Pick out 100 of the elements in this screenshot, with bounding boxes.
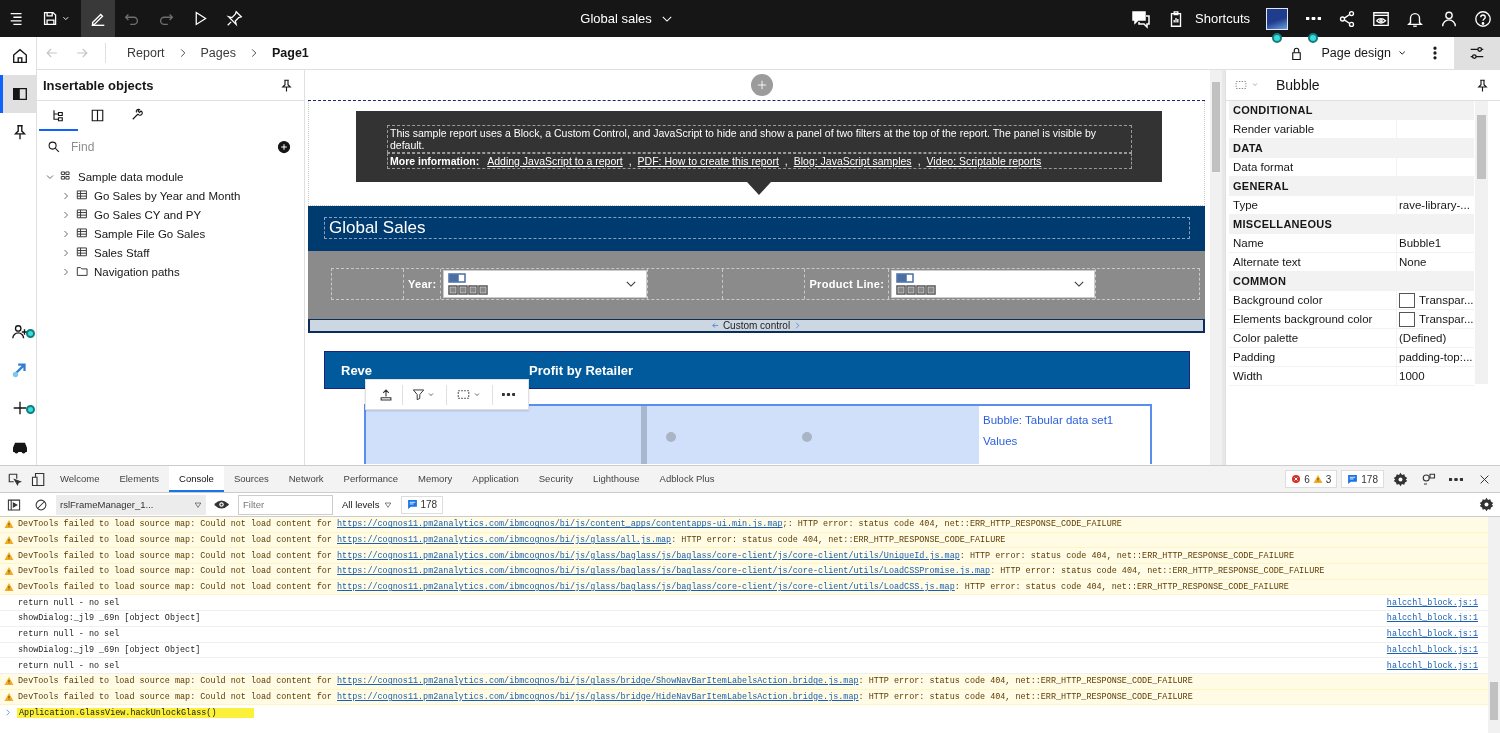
source-link[interactable]: halcchl_block.js:1	[1386, 629, 1478, 640]
color-swatch	[1399, 292, 1415, 308]
help-link[interactable]: PDF: How to create this report	[637, 155, 779, 167]
devtools-tab[interactable]: Memory	[408, 466, 463, 492]
filter-select[interactable]	[443, 270, 648, 298]
properties-toggle-button[interactable]	[1454, 37, 1500, 69]
console-message: DevTools failed to load source map: Could not load content for https://cognos11.pm2analytics.com/ibmcognos/bi/js/glass/bridge/ShowNavBarItemLabelsAction.bridge.js.map: HTTP error: status code 404, net::ERR_HTTP_RESPONSE_CODE_FAILURE	[18, 676, 1193, 687]
messages-counter[interactable]: 178	[1341, 470, 1384, 488]
table-icon	[76, 227, 89, 240]
view-menu[interactable]: Page design	[1311, 37, 1420, 69]
property-label: Type	[1229, 196, 1397, 214]
legend-text: Values	[983, 434, 1019, 449]
console-input[interactable]: Application.GlassView.hackUnlockGlass()	[17, 707, 255, 718]
dock-icon	[1420, 471, 1436, 487]
share-icon	[1338, 9, 1356, 28]
caret-icon	[383, 500, 392, 509]
save-icon	[42, 10, 59, 27]
property-label: Color palette	[1229, 329, 1397, 347]
tree-item[interactable]: Go Sales CY and PY	[94, 208, 202, 221]
levels-menu[interactable]: All levels	[336, 499, 398, 510]
property-value[interactable]: 1000	[1397, 367, 1474, 385]
devtools-tab[interactable]: Application	[462, 466, 529, 492]
scrollbar[interactable]	[1488, 517, 1500, 733]
context-select[interactable]: rslFrameManager_1...	[56, 494, 206, 515]
panel-icon	[10, 85, 29, 103]
devtools-tab[interactable]: Elements	[109, 466, 170, 492]
url-link[interactable]: https://cognos11.pm2analytics.com/ibmcognos/bi/js/glass/all.js.map	[337, 535, 672, 546]
help-link[interactable]: Adding JavaScript to a report	[487, 155, 623, 167]
console-message: DevTools failed to load source map: Could not load content for https://cognos11.pm2analytics.com/ibmcognos/bi/js/glass/baglass/js/baglass/core-client/js/core-client/utils/LoadCSS.js.map: HTTP error: status code 404, net::ERR_HTTP_RESPONSE_CODE_FAILURE	[18, 582, 1289, 593]
warning-icon	[4, 582, 14, 593]
scrollbar[interactable]	[1210, 70, 1222, 465]
property-label: Elements background color	[1229, 310, 1397, 328]
breadcrumb-link[interactable]: Report	[124, 46, 168, 60]
control-icon	[448, 272, 467, 283]
url-link[interactable]: https://cognos11.pm2analytics.com/ibmcognos/bi/js/glass/baglass/js/baglass/core-client/js/core-client/utils/LoadCSSPromise.js.map	[337, 566, 991, 577]
devtools-tab[interactable]: Adblock Plus	[649, 466, 725, 492]
filter-select[interactable]	[891, 270, 1096, 298]
panel-button[interactable]	[0, 75, 36, 113]
url-link[interactable]: https://cognos11.pm2analytics.com/ibmcognos/bi/js/glass/bridge/ShowNavBarItemLabelsAction.bridge.js.map	[337, 676, 859, 687]
source-link[interactable]: halcchl_block.js:1	[1386, 660, 1478, 671]
section-header: CONDITIONAL	[1229, 101, 1474, 120]
url-link[interactable]: https://cognos11.pm2analytics.com/ibmcognos/bi/js/glass/baglass/js/baglass/core-client/js/core-client/utils/UniqueId.js.map	[337, 550, 960, 561]
chat-icon	[1131, 8, 1152, 29]
url-link[interactable]: https://cognos11.pm2analytics.com/ibmcognos/bi/js/glass/baglass/js/baglass/core-client/js/core-client/utils/LoadCSS.js.map	[337, 582, 955, 593]
property-label: Background color	[1229, 291, 1397, 309]
folder-icon	[76, 265, 89, 278]
property-value[interactable]: padding-top:...	[1397, 348, 1474, 366]
edit-button[interactable]	[81, 0, 115, 37]
filter-field[interactable]: Filter	[238, 494, 333, 515]
source-link[interactable]: halcchl_block.js:1	[1386, 597, 1478, 608]
status-dot	[1308, 33, 1318, 43]
source-link[interactable]: halcchl_block.js:1	[1386, 613, 1478, 624]
property-value[interactable]: Transpar...	[1397, 310, 1474, 328]
devtools-tab[interactable]: Network	[278, 466, 334, 492]
breadcrumb-link[interactable]: Pages	[197, 46, 239, 60]
scrollbar[interactable]	[1475, 101, 1488, 384]
devtools-tab[interactable]: Performance	[333, 466, 408, 492]
property-value[interactable]: (Defined)	[1397, 329, 1474, 347]
property-value[interactable]: Bubble1	[1397, 234, 1474, 252]
source-link[interactable]: halcchl_block.js:1	[1386, 644, 1478, 655]
panel-title: Insertable objects	[43, 77, 154, 93]
panel-title: Bubble	[1276, 77, 1321, 93]
section-header: DATA	[1229, 139, 1474, 158]
help-link[interactable]: Video: Scriptable reports	[926, 155, 1042, 167]
section-header: MISCELLANEOUS	[1229, 215, 1474, 234]
breadcrumb-link[interactable]: Page1	[269, 46, 312, 60]
help-link[interactable]: Blog: JavaScript samples	[793, 155, 912, 167]
filter-label: Year:	[408, 278, 437, 290]
property-value[interactable]: None	[1397, 253, 1474, 271]
message-icon	[406, 499, 418, 510]
devtools-tab[interactable]: Sources	[223, 466, 279, 492]
custom-control-bar[interactable]: Custom control	[308, 319, 1205, 333]
devtools-tab[interactable]: Welcome	[50, 466, 110, 492]
property-label: Padding	[1229, 348, 1397, 366]
property-value[interactable]: rave-library-...	[1397, 196, 1474, 214]
tree-item[interactable]: Navigation paths	[94, 265, 180, 278]
issues-counter[interactable]: 6 3	[1285, 470, 1338, 488]
report-title-menu[interactable]: Global sales	[580, 11, 674, 26]
tree-item[interactable]: Go Sales by Year and Month	[94, 189, 241, 202]
color-swatch	[1399, 311, 1415, 327]
url-link[interactable]: https://cognos11.pm2analytics.com/ibmcognos/bi/js/content_apps/contentapps-ui.min.js.map	[337, 519, 783, 530]
tree-item[interactable]: Sample data module	[78, 170, 184, 183]
plus-icon	[755, 79, 768, 91]
sliders-icon	[1468, 44, 1486, 62]
data-module-icon	[60, 170, 73, 183]
pin-icon	[1475, 77, 1490, 93]
console-message: return null - no sel	[18, 597, 120, 608]
devtools-tab[interactable]: Lighthouse	[583, 466, 650, 492]
search-field[interactable]: Find	[69, 139, 249, 155]
property-value[interactable]: Transpar...	[1397, 291, 1474, 309]
add-source-button[interactable]	[276, 139, 292, 155]
messages-counter[interactable]: 178	[400, 495, 444, 514]
upload-icon	[379, 387, 393, 402]
shortcuts-button[interactable]: Shortcuts	[1159, 0, 1258, 37]
devtools-tab[interactable]: Console	[169, 466, 224, 492]
tree-item[interactable]: Sample File Go Sales	[94, 227, 206, 240]
insert-button[interactable]	[750, 74, 773, 96]
tree-item[interactable]: Sales Staff	[94, 246, 150, 259]
url-link[interactable]: https://cognos11.pm2analytics.com/ibmcognos/bi/js/glass/bridge/HideNavBarItemLabelsAction.bridge.js.map	[337, 691, 859, 702]
devtools-tab[interactable]: Security	[528, 466, 584, 492]
